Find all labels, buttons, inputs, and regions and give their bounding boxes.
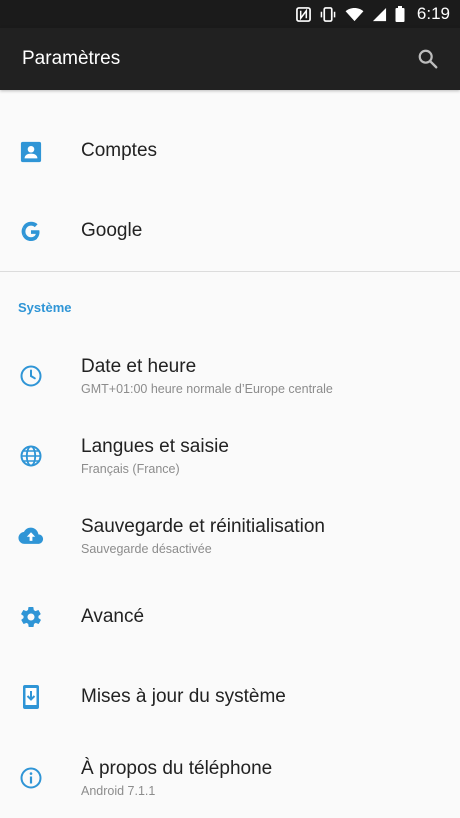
globe-icon [18, 443, 44, 469]
nfc-icon [296, 6, 311, 22]
settings-item-summary: Android 7.1.1 [81, 784, 156, 798]
account-icon [18, 139, 44, 165]
signal-icon [372, 7, 387, 22]
search-icon[interactable] [412, 43, 444, 75]
settings-item-comptes[interactable]: Comptes [0, 123, 460, 181]
page-title: Paramètres [22, 48, 121, 69]
settings-item-mises-a-jour[interactable]: Mises à jour du système [0, 667, 460, 727]
divider [0, 271, 460, 272]
settings-item-label: Avancé [81, 606, 145, 627]
vibrate-icon [319, 6, 337, 22]
google-icon [18, 219, 44, 245]
wifi-icon [345, 7, 364, 22]
settings-item-summary: Français (France) [81, 462, 180, 476]
status-bar: 6:19 [0, 0, 460, 28]
settings-item-date-heure[interactable]: Date et heure GMT+01:00 heure normale d’… [0, 347, 460, 407]
gear-icon [18, 604, 44, 630]
settings-item-a-propos[interactable]: À propos du téléphone Android 7.1.1 [0, 749, 460, 809]
settings-item-label: À propos du téléphone [81, 758, 273, 779]
settings-item-avance[interactable]: Avancé [0, 587, 460, 647]
settings-item-summary: Sauvegarde désactivée [81, 542, 212, 556]
app-bar: Paramètres [0, 28, 460, 90]
section-title-systeme: Système [18, 300, 72, 315]
clock-icon [18, 363, 44, 389]
status-time: 6:19 [416, 4, 450, 23]
settings-item-google[interactable]: Google [0, 203, 460, 261]
settings-item-label: Date et heure [81, 356, 197, 377]
system-update-icon [18, 684, 44, 710]
settings-item-label: Mises à jour du système [81, 686, 286, 707]
settings-item-label: Sauvegarde et réinitialisation [81, 516, 325, 537]
settings-item-sauvegarde[interactable]: Sauvegarde et réinitialisation Sauvegard… [0, 507, 460, 567]
settings-item-label: Langues et saisie [81, 436, 229, 457]
settings-item-label: Comptes [81, 140, 158, 161]
info-icon [18, 765, 44, 791]
cloud-upload-icon [18, 523, 44, 549]
battery-icon [395, 6, 405, 22]
settings-item-label: Google [81, 220, 143, 241]
settings-item-summary: GMT+01:00 heure normale d’Europe central… [81, 382, 333, 396]
settings-item-langues[interactable]: Langues et saisie Français (France) [0, 427, 460, 487]
